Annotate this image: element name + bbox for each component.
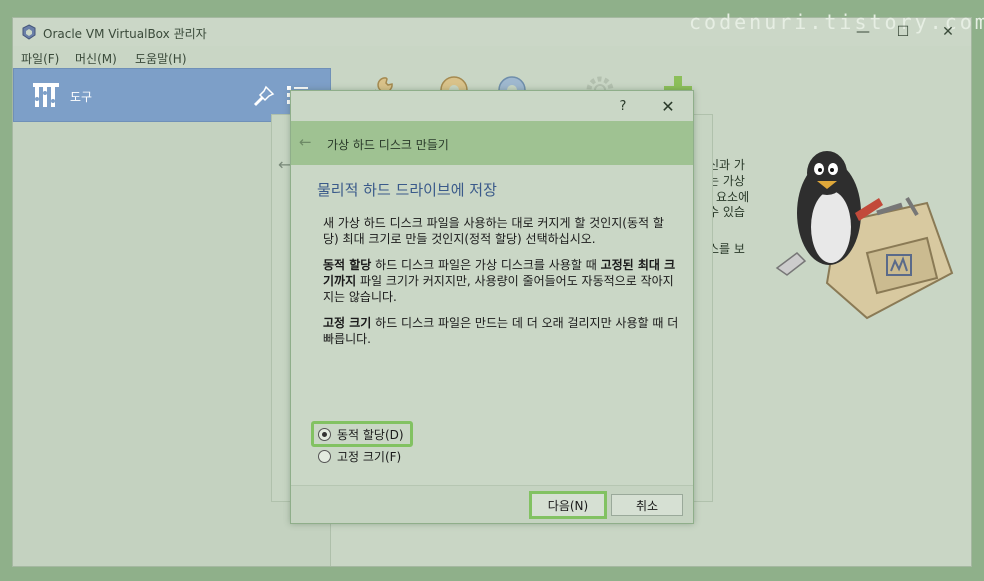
- menu-machine[interactable]: 머신(M): [75, 50, 117, 67]
- radio-dynamic-label: 동적 할당(D): [337, 427, 404, 442]
- wizard-page: 물리적 하드 드라이브에 저장 새 가상 하드 디스크 파일을 사용하는 대로 …: [291, 165, 693, 485]
- window-titlebar: Oracle VM VirtualBox 관리자 codenuri.tistor…: [13, 10, 984, 46]
- dynamic-text-2: 파일 크기가 커지지만, 사용량이 줄어들어도 자동적으로 작아지지는 않습니다…: [323, 274, 674, 304]
- radio-dynamic-allocation[interactable]: 동적 할당(D): [311, 421, 413, 447]
- wizard-title: 가상 하드 디스크 만들기: [327, 138, 449, 152]
- welcome-text-line: 신과 가: [708, 158, 745, 172]
- create-virtual-disk-dialog: ? ✕ ← 가상 하드 디스크 만들기 물리적 하드 드라이브에 저장 새 가상…: [290, 90, 694, 524]
- fixed-bold: 고정 크기: [323, 316, 372, 330]
- dynamic-text-1: 하드 디스크 파일은 가상 디스크를 사용할 때: [371, 258, 601, 272]
- maximize-icon[interactable]: ☐: [883, 22, 923, 42]
- wizard-header: ← 가상 하드 디스크 만들기: [291, 121, 693, 165]
- radio-fixed-indicator[interactable]: [318, 449, 331, 463]
- page-title: 물리적 하드 드라이브에 저장: [317, 181, 497, 199]
- dynamic-bold: 동적 할당: [323, 258, 372, 272]
- menu-help[interactable]: 도움말(H): [135, 50, 187, 67]
- dialog-footer: 다음(N) 취소: [291, 485, 693, 523]
- tools-icon: [33, 83, 59, 107]
- welcome-text-line: 스를 보: [708, 242, 745, 256]
- penguin-toolbox-icon: [775, 151, 954, 320]
- dialog-titlebar: ? ✕: [291, 91, 693, 121]
- radio-fixed-size[interactable]: 고정 크기(F): [318, 445, 401, 467]
- tools-label: 도구: [70, 90, 93, 104]
- dialog-close-button[interactable]: ✕: [657, 96, 679, 118]
- next-button[interactable]: 다음(N): [529, 491, 607, 519]
- intro-paragraph: 새 가상 하드 디스크 파일을 사용하는 대로 커지게 할 것인지(동적 할당)…: [323, 216, 664, 246]
- radio-fixed-label: 고정 크기(F): [337, 449, 402, 464]
- help-button[interactable]: ?: [613, 97, 633, 117]
- menubar: 파일(F) 머신(M) 도움말(H): [13, 46, 971, 68]
- window-title: Oracle VM VirtualBox 관리자: [43, 27, 207, 41]
- close-window-icon[interactable]: ✕: [928, 22, 968, 42]
- minimize-icon[interactable]: —: [843, 22, 883, 42]
- menu-file[interactable]: 파일(F): [21, 50, 59, 67]
- dynamic-description: 동적 할당 하드 디스크 파일은 가상 디스크를 사용할 때 고정된 최대 크기…: [323, 257, 679, 305]
- pin-icon[interactable]: [252, 84, 276, 108]
- cancel-button[interactable]: 취소: [611, 494, 683, 516]
- back-arrow-icon[interactable]: ←: [299, 133, 312, 151]
- welcome-text-line: 수 있습: [708, 205, 745, 219]
- fixed-text: 하드 디스크 파일은 만드는 데 더 오래 걸리지만 사용할 때 더 빠릅니다.: [323, 316, 679, 346]
- fixed-description: 고정 크기 하드 디스크 파일은 만드는 데 더 오래 걸리지만 사용할 때 더…: [323, 315, 679, 347]
- welcome-text-line: 는 가상: [708, 174, 745, 188]
- radio-dynamic-indicator[interactable]: [318, 427, 331, 441]
- virtualbox-icon: [22, 24, 36, 40]
